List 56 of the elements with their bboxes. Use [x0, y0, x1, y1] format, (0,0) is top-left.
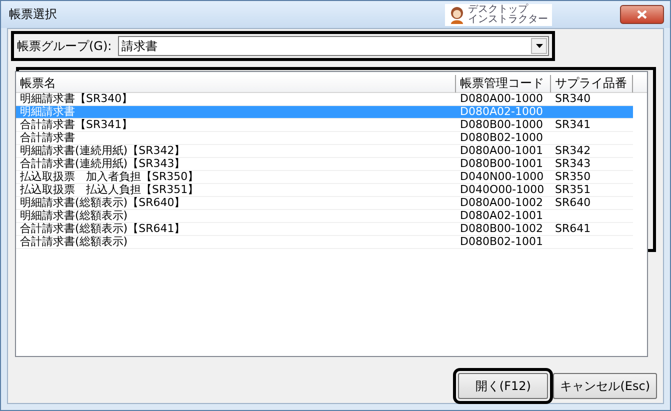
table-cell-text: SR351 — [554, 184, 592, 196]
table-cell-text: 合計請求書(総額表示) — [19, 236, 129, 248]
table-cell-text: D080B02-1001 — [459, 236, 544, 248]
list-row[interactable]: 合計請求書(連続用紙)【SR343】 D080B00-1001 SR343 — [16, 158, 633, 171]
list-row[interactable]: 払込取扱票 加入者負担【SR350】 D040N00-1000 SR350 — [16, 171, 633, 184]
column-header[interactable]: 帳票名 — [16, 75, 456, 93]
table-cell-text: SR640 — [554, 197, 592, 209]
table-cell-text: SR350 — [554, 171, 592, 183]
list-row[interactable]: 払込取扱票 払込人負担【SR351】 D040O00-1000 SR351 — [16, 184, 633, 197]
list-row[interactable]: 合計請求書(総額表示)【SR641】 D080B00-1002 SR641 — [16, 223, 633, 236]
table-cell-text: D080A02-1001 — [459, 210, 544, 222]
list-row[interactable]: 明細請求書(総額表示)【SR640】 D080A00-1002 SR640 — [16, 197, 633, 210]
table-cell-text: SR340 — [554, 93, 592, 105]
table-cell-text: SR641 — [554, 223, 592, 235]
table-cell-text: 明細請求書(連続用紙)【SR342】 — [19, 145, 186, 157]
instructor-badge[interactable]: デスクトップ インストラクター — [445, 4, 552, 26]
table-cell-text: 明細請求書 — [19, 106, 76, 118]
table-cell-text: SR343 — [554, 158, 592, 170]
table-cell-text: 合計請求書(連続用紙)【SR343】 — [19, 158, 186, 170]
table-cell-text: D040N00-1000 — [459, 171, 545, 183]
field-label: 帳票グループ(G): — [17, 38, 112, 54]
group-dropdown[interactable]: 請求書 — [118, 36, 549, 56]
table-cell-text: 合計請求書 — [19, 132, 76, 144]
table-cell-text: SR341 — [554, 119, 592, 131]
person-icon — [449, 6, 465, 24]
list-row[interactable]: 合計請求書【SR341】 D080B00-1000 SR341 — [16, 119, 633, 132]
table-cell-text: D080B02-1000 — [459, 132, 544, 144]
table-cell-text: 明細請求書【SR340】 — [19, 93, 134, 105]
list-row[interactable]: 明細請求書(総額表示) D080A02-1001 — [16, 210, 633, 223]
table-cell-text: D080A02-1000 — [459, 106, 544, 118]
window-title: 帳票選択 — [9, 6, 58, 23]
badge-text: デスクトップ — [468, 4, 530, 14]
table-cell-text: 合計請求書(総額表示)【SR641】 — [19, 223, 186, 235]
table-cell-text: D080B00-1001 — [459, 158, 544, 170]
dropdown-arrow-icon — [536, 44, 542, 48]
table-cell-text: 払込取扱票 加入者負担【SR350】 — [19, 171, 200, 183]
list-row[interactable]: 明細請求書(連続用紙)【SR342】 D080A00-1001 SR342 — [16, 145, 633, 158]
table-cell-text: SR342 — [554, 145, 592, 157]
column-header[interactable]: サプライ品番 — [551, 75, 633, 93]
badge-text: インストラクター — [468, 14, 548, 24]
table-cell-text: D040O00-1000 — [459, 184, 546, 196]
table-cell-text: 明細請求書(総額表示)【SR640】 — [19, 197, 186, 209]
close-button[interactable] — [620, 5, 664, 24]
list-row[interactable]: 合計請求書(総額表示) D080B02-1001 — [16, 236, 633, 249]
list-row[interactable]: 合計請求書 D080B02-1000 — [16, 132, 633, 145]
column-header[interactable]: 帳票管理コード — [456, 75, 551, 93]
table-cell-text: D080A00-1000 — [459, 93, 544, 105]
table-cell-text: D080A00-1001 — [459, 145, 544, 157]
table-cell-text: D080A00-1002 — [459, 197, 544, 209]
table-cell-text: 合計請求書【SR341】 — [19, 119, 134, 131]
table-cell-text: D080B00-1002 — [459, 223, 544, 235]
table-cell-text: D080B00-1000 — [459, 119, 544, 131]
table-cell-text: 明細請求書(総額表示) — [19, 210, 129, 222]
table-cell-text: 払込取扱票 払込人負担【SR351】 — [19, 184, 200, 196]
close-icon — [637, 10, 647, 19]
cancel-button[interactable]: キャンセル(Esc) — [553, 373, 657, 399]
